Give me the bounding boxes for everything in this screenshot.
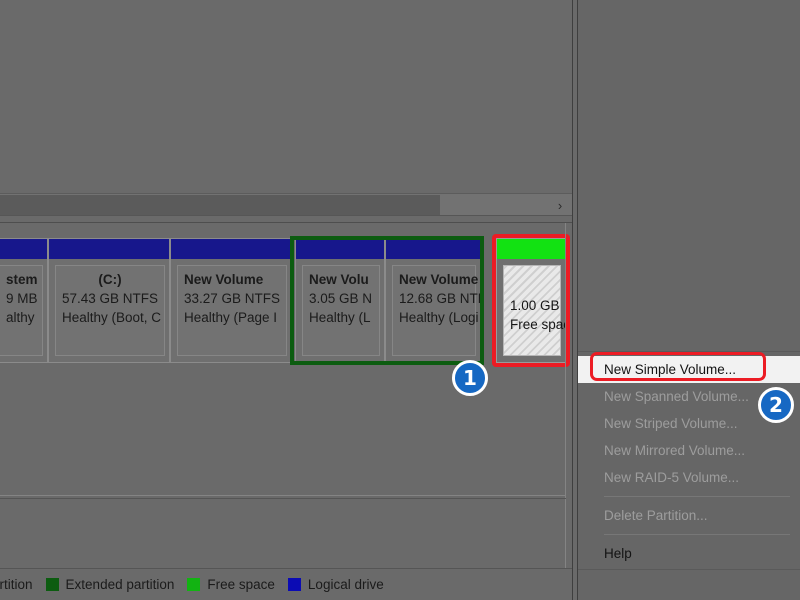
partition-system[interactable]: stem 9 MB althy — [0, 238, 48, 363]
horizontal-scrollbar-thumb[interactable] — [0, 195, 440, 215]
partition-color-bar-c — [49, 239, 169, 259]
partition-title-c: (C:) — [98, 272, 122, 287]
partition-status-new-volume: Healthy (Page I — [184, 310, 278, 325]
partition-status-free-space: Free spac — [510, 317, 566, 332]
menu-item-help[interactable]: Help — [578, 540, 800, 567]
menu-separator-2 — [604, 534, 790, 535]
menu-item-new-mirrored-volume[interactable]: New Mirrored Volume... — [578, 437, 800, 464]
legend-swatch-logical-drive — [287, 578, 301, 591]
scroll-right-chevron-icon[interactable]: › — [549, 195, 571, 215]
partition-body-free-space: 1.00 GB Free spac — [503, 265, 566, 356]
partition-status-logical-1: Healthy (L — [309, 310, 371, 325]
partition-legend: ary partition Extended partition Free sp… — [0, 568, 573, 600]
partition-status-c: Healthy (Boot, C — [62, 310, 162, 325]
partition-color-bar-logical-1 — [296, 239, 384, 259]
menu-separator-1 — [604, 496, 790, 497]
scrollbar-separator — [0, 222, 573, 223]
partition-body-logical-2: New Volume 12.68 GB NTF Healthy (Logi — [392, 265, 481, 356]
partition-body-logical-1: New Volu 3.05 GB N Healthy (L — [302, 265, 380, 356]
partition-size-free-space: 1.00 GB — [510, 298, 560, 313]
pane-divider-left — [572, 0, 573, 600]
partition-color-bar-new-volume — [171, 239, 291, 259]
partition-size-new-volume: 33.27 GB NTFS — [184, 291, 281, 306]
partition-body-new-volume: New Volume 33.27 GB NTFS Healthy (Page I — [177, 265, 287, 356]
partition-title-new-volume: New Volume — [184, 272, 264, 287]
partition-context-menu: New Simple Volume... New Spanned Volume.… — [578, 351, 800, 570]
lower-panel-divider-shadow — [0, 498, 566, 499]
legend-item-extended-partition: Extended partition — [45, 577, 175, 592]
lower-panel-divider — [0, 495, 566, 496]
legend-item-primary-partition: ary partition — [0, 577, 33, 592]
partition-size-system: 9 MB — [6, 291, 38, 306]
partition-color-bar-system — [0, 239, 47, 259]
menu-item-new-simple-volume[interactable]: New Simple Volume... — [578, 356, 800, 383]
partition-logical-2[interactable]: New Volume 12.68 GB NTF Healthy (Logi — [385, 238, 481, 363]
partition-title-logical-1: New Volu — [309, 272, 369, 287]
disk-management-pane: › stem 9 MB althy (C:) 57.43 GB NTFS Hea… — [0, 0, 573, 600]
disk-partition-strip: stem 9 MB althy (C:) 57.43 GB NTFS Healt… — [0, 238, 573, 363]
partition-free-space[interactable]: 1.00 GB Free spac — [496, 238, 566, 363]
partition-c-drive[interactable]: (C:) 57.43 GB NTFS Healthy (Boot, C — [48, 238, 170, 363]
partition-logical-1[interactable]: New Volu 3.05 GB N Healthy (L — [295, 238, 385, 363]
legend-label-logical-drive: Logical drive — [307, 577, 384, 592]
menu-item-delete-partition[interactable]: Delete Partition... — [578, 502, 800, 529]
partition-color-bar-free-space — [497, 239, 565, 259]
partition-body-c: (C:) 57.43 GB NTFS Healthy (Boot, C — [55, 265, 165, 356]
partition-size-c: 57.43 GB NTFS — [62, 291, 159, 306]
legend-swatch-free-space — [187, 578, 201, 591]
legend-label-free-space: Free space — [207, 577, 275, 592]
partition-size-logical-1: 3.05 GB N — [309, 291, 373, 306]
legend-item-logical-drive: Logical drive — [287, 577, 384, 592]
legend-swatch-extended-partition — [45, 578, 59, 591]
legend-label-extended-partition: Extended partition — [65, 577, 175, 592]
step-badge-1: 1 — [452, 360, 488, 396]
step-badge-2: 2 — [758, 387, 794, 423]
partition-title-system: stem — [6, 272, 38, 287]
partition-color-bar-logical-2 — [386, 239, 480, 259]
partition-new-volume[interactable]: New Volume 33.27 GB NTFS Healthy (Page I — [170, 238, 292, 363]
partition-status-system: althy — [6, 310, 35, 325]
menu-item-new-raid5-volume[interactable]: New RAID-5 Volume... — [578, 464, 800, 491]
legend-label-primary-partition: ary partition — [0, 577, 33, 592]
partition-title-logical-2: New Volume — [399, 272, 479, 287]
partition-body-system: stem 9 MB althy — [0, 265, 43, 356]
partition-size-logical-2: 12.68 GB NTF — [399, 291, 481, 306]
pane-right-edge — [565, 223, 566, 568]
partition-status-logical-2: Healthy (Logi — [399, 310, 479, 325]
legend-item-free-space: Free space — [187, 577, 275, 592]
horizontal-scrollbar[interactable]: › — [0, 193, 573, 216]
